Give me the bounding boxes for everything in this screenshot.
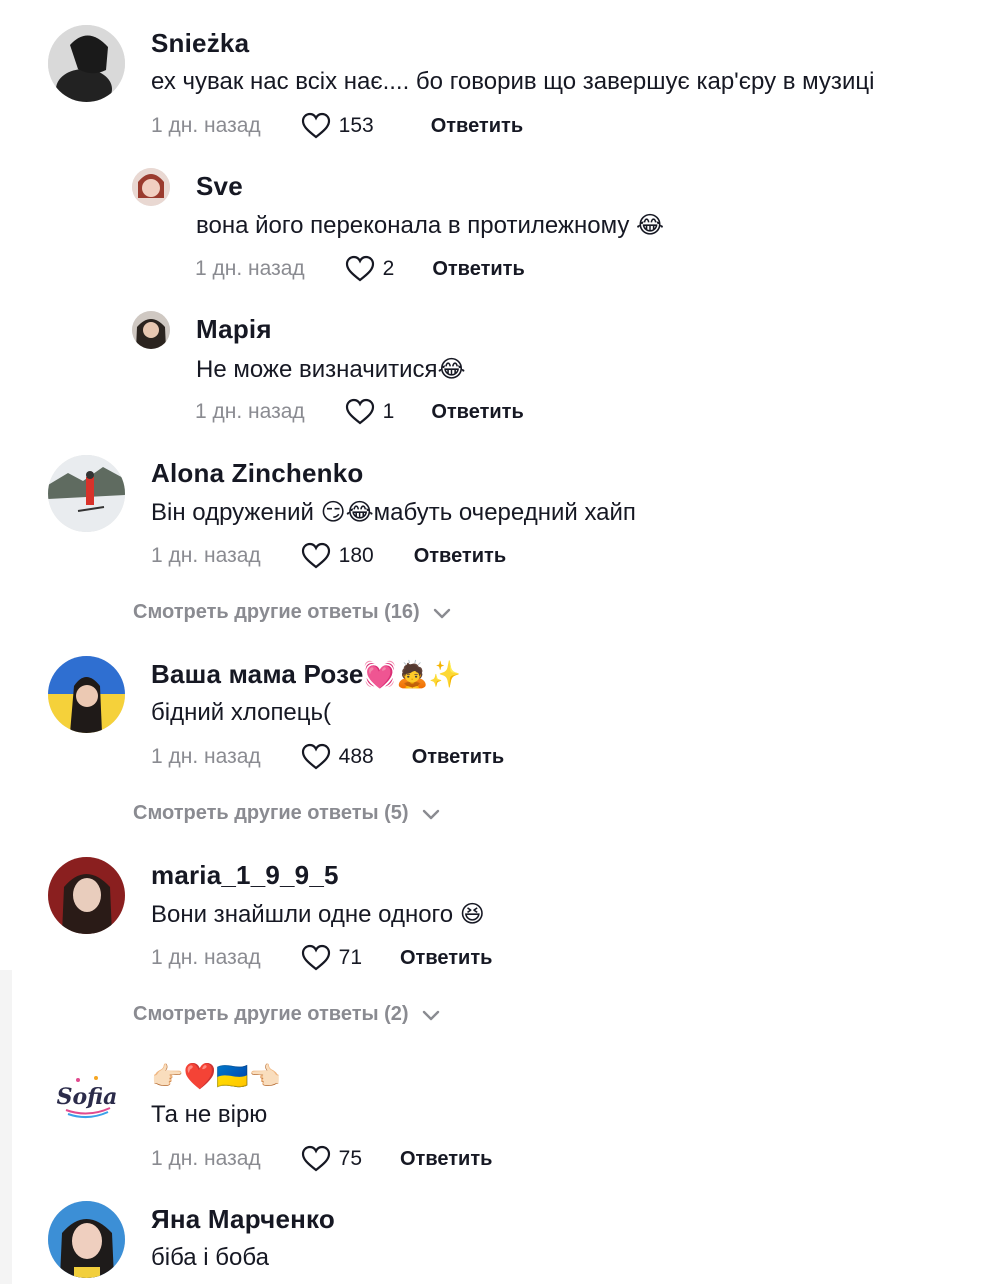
avatar[interactable]: Sofia: [48, 1058, 125, 1135]
like-button[interactable]: 488: [301, 743, 374, 771]
avatar[interactable]: [132, 311, 170, 349]
edge-fade: [956, 0, 986, 1284]
comment-time: 1 дн. назад: [151, 1147, 261, 1170]
like-count: 75: [338, 1147, 362, 1170]
comment-text: Не може визначитися😂: [196, 356, 466, 383]
comment-text: Вони знайшли одне одного 😆: [151, 901, 485, 928]
avatar[interactable]: [48, 455, 125, 532]
comment-meta: 1 дн. назад 488 Ответить: [151, 741, 504, 773]
like-button[interactable]: 71: [301, 944, 362, 972]
comment-text: Та не вірю: [151, 1101, 268, 1128]
comment-meta: 1 дн. назад 180 Ответить: [151, 540, 506, 572]
chevron-down-icon[interactable]: [421, 1008, 441, 1022]
heart-outline-icon[interactable]: [301, 112, 331, 140]
svg-text:Sofia: Sofia: [57, 1084, 118, 1110]
comment-time: 1 дн. назад: [151, 745, 261, 768]
comment-author[interactable]: Snieżka: [151, 28, 249, 59]
comment-author[interactable]: Alona Zinchenko: [151, 458, 363, 489]
reply-button[interactable]: Ответить: [412, 746, 504, 769]
heart-outline-icon[interactable]: [301, 1145, 331, 1173]
comment-meta: 1 дн. назад 75 Ответить: [151, 1143, 492, 1175]
comment-meta: 1 дн. назад 1 Ответить: [195, 396, 524, 428]
heart-outline-icon[interactable]: [345, 398, 375, 426]
like-count: 2: [382, 257, 395, 280]
like-button[interactable]: 75: [301, 1145, 362, 1173]
reply-button[interactable]: Ответить: [432, 258, 524, 281]
heart-outline-icon[interactable]: [301, 542, 331, 570]
comment-author[interactable]: maria_1_9_9_5: [151, 860, 339, 891]
avatar[interactable]: [48, 1201, 125, 1278]
comment-meta: 1 дн. назад 2 Ответить: [195, 253, 525, 285]
view-more-replies-button[interactable]: Смотреть другие ответы (16): [133, 601, 452, 624]
reply-button[interactable]: Ответить: [431, 115, 523, 138]
avatar[interactable]: [48, 25, 125, 102]
comment-author[interactable]: 👉🏻❤️🇺🇦👈🏻: [151, 1061, 281, 1092]
like-count: 488: [338, 745, 374, 768]
comment-time: 1 дн. назад: [195, 400, 305, 423]
like-count: 180: [338, 544, 374, 567]
view-more-replies-label: Смотреть другие ответы (16): [133, 601, 420, 623]
comment-text: бідний хлопець(: [151, 699, 332, 726]
edge-shadow: [0, 970, 12, 1284]
comment-time: 1 дн. назад: [151, 544, 261, 567]
comment-meta: 1 дн. назад 71 Ответить: [151, 942, 492, 974]
comment-author[interactable]: Марія: [196, 314, 272, 345]
comment-time: 1 дн. назад: [151, 114, 261, 137]
view-more-replies-label: Смотреть другие ответы (5): [133, 802, 409, 824]
heart-outline-icon[interactable]: [301, 944, 331, 972]
like-button[interactable]: 153: [301, 112, 374, 140]
comment-text: біба і боба: [151, 1244, 269, 1271]
comment-text: Він одружений 😏😂мабуть очередний хайп: [151, 499, 636, 526]
comment-time: 1 дн. назад: [195, 257, 305, 280]
reply-button[interactable]: Ответить: [400, 947, 492, 970]
heart-outline-icon[interactable]: [345, 255, 375, 283]
reply-button[interactable]: Ответить: [400, 1148, 492, 1171]
comment-author[interactable]: Ваша мама Розе💓🙇✨: [151, 659, 461, 690]
comment-text: ех чувак нас всіх нає.... бо говорив що …: [151, 68, 875, 95]
chevron-down-icon[interactable]: [421, 807, 441, 821]
reply-button[interactable]: Ответить: [414, 545, 506, 568]
avatar[interactable]: [48, 857, 125, 934]
comments-panel: Snieżka ех чувак нас всіх нає.... бо гов…: [0, 0, 986, 1284]
comment-text: вона його переконала в протилежному 😂: [196, 212, 665, 239]
comment-time: 1 дн. назад: [151, 946, 261, 969]
like-button[interactable]: 2: [345, 255, 395, 283]
view-more-replies-button[interactable]: Смотреть другие ответы (5): [133, 802, 441, 825]
like-button[interactable]: 1: [345, 398, 395, 426]
heart-outline-icon[interactable]: [301, 743, 331, 771]
comment-author[interactable]: Sve: [196, 171, 243, 202]
like-button[interactable]: 180: [301, 542, 374, 570]
like-count: 1: [382, 400, 395, 423]
view-more-replies-button[interactable]: Смотреть другие ответы (2): [133, 1003, 441, 1026]
comment-meta: 1 дн. назад 153 Ответить: [151, 110, 523, 142]
chevron-down-icon[interactable]: [432, 606, 452, 620]
comment-author[interactable]: Яна Марченко: [151, 1204, 335, 1235]
avatar[interactable]: [48, 656, 125, 733]
like-count: 153: [338, 114, 374, 137]
reply-button[interactable]: Ответить: [431, 401, 523, 424]
avatar[interactable]: [132, 168, 170, 206]
view-more-replies-label: Смотреть другие ответы (2): [133, 1003, 409, 1025]
like-count: 71: [338, 946, 362, 969]
